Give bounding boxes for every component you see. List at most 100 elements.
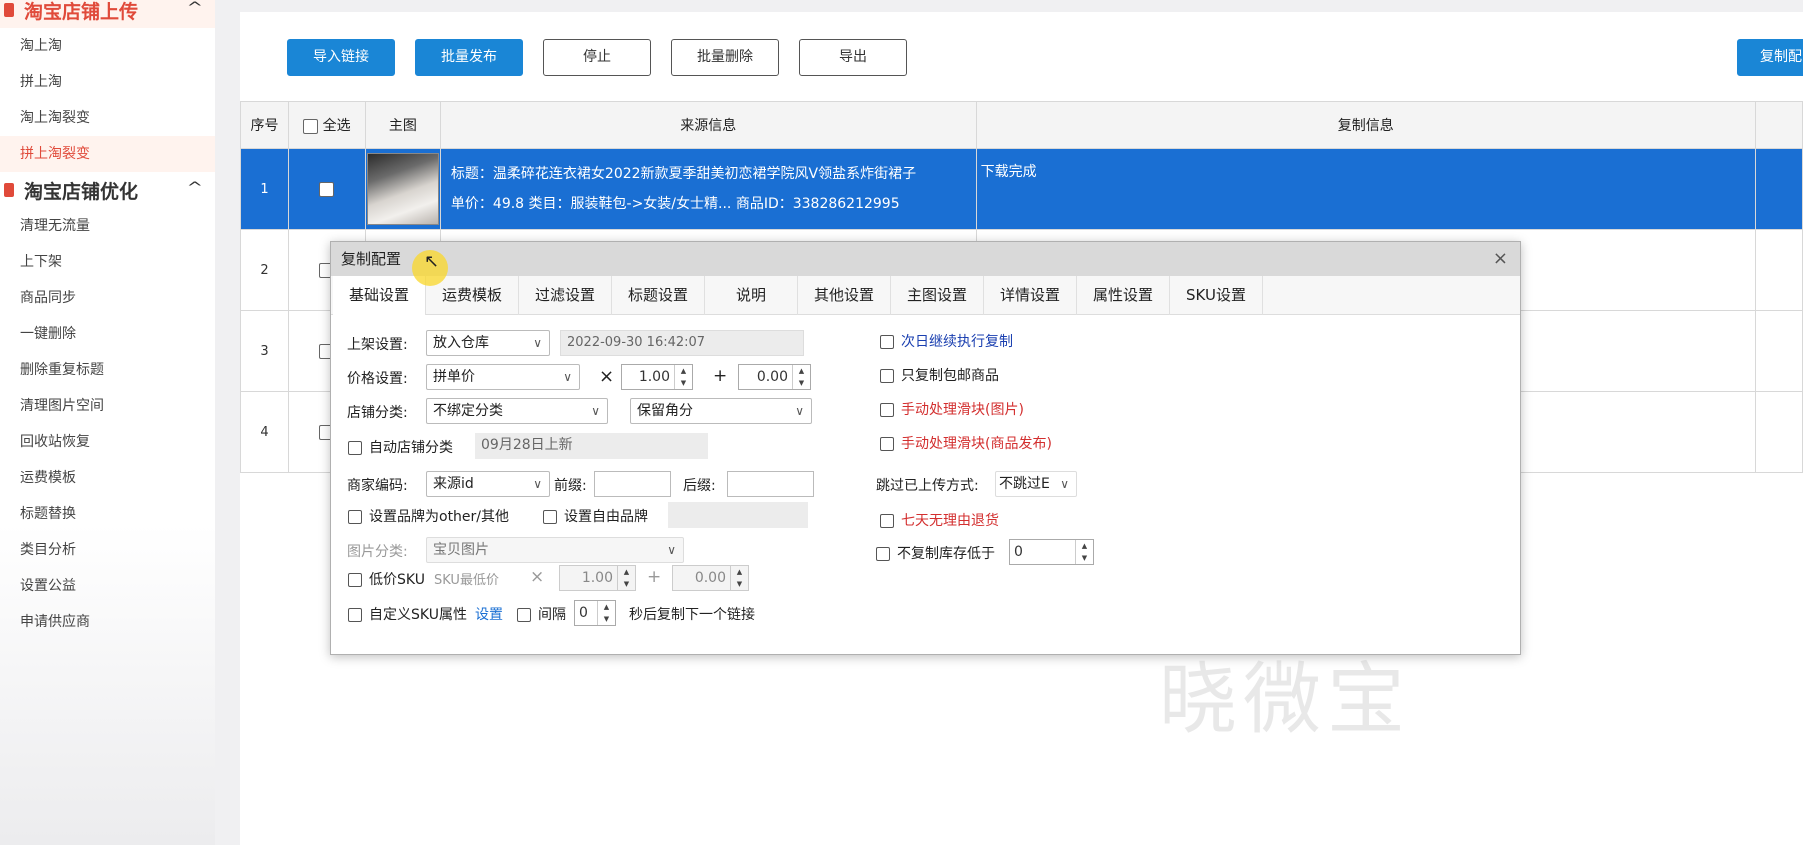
- merchant-code-label: 商家编码:: [347, 478, 408, 494]
- free-brand-label: 设置自由品牌: [564, 509, 648, 525]
- row-index: 4: [240, 391, 289, 473]
- sidebar-item[interactable]: 清理无流量: [0, 208, 215, 244]
- sidebar-item[interactable]: 商品同步: [0, 280, 215, 316]
- tab-attributes[interactable]: 属性设置: [1077, 276, 1170, 315]
- manual-slider-publish-checkbox[interactable]: [880, 437, 894, 451]
- sidebar-item[interactable]: 回收站恢复: [0, 424, 215, 460]
- min-stock-stepper[interactable]: 0 ▲ ▼: [1009, 539, 1094, 565]
- plus-sign: +: [713, 366, 728, 386]
- sidebar-item[interactable]: 上下架: [0, 244, 215, 280]
- skip-uploaded-value: 不跳过E: [999, 476, 1050, 492]
- stepper-arrows-icon: ▲ ▼: [730, 566, 748, 590]
- stepper-arrows-icon[interactable]: ▲ ▼: [792, 365, 810, 389]
- cursor-icon: ↖: [424, 251, 440, 272]
- select-all-checkbox[interactable]: [303, 118, 319, 134]
- tab-sku[interactable]: SKU设置: [1170, 276, 1263, 315]
- import-link-button[interactable]: 导入链接: [287, 39, 395, 76]
- tab-description[interactable]: 说明: [705, 276, 798, 315]
- skip-uploaded-select[interactable]: 不跳过E ∨: [995, 471, 1077, 497]
- sidebar-item-tao-shang-tao-fission[interactable]: 淘上淘裂变: [0, 100, 215, 136]
- row-extra-cell: [1755, 229, 1803, 311]
- sidebar-item[interactable]: 类目分析: [0, 532, 215, 568]
- suffix-input[interactable]: [727, 471, 814, 497]
- merchant-code-select[interactable]: 来源id ∨: [426, 471, 550, 497]
- sku-addend-value: 0.00: [694, 570, 726, 586]
- close-icon[interactable]: ×: [1493, 242, 1508, 276]
- sidebar-item[interactable]: 设置公益: [0, 568, 215, 604]
- prefix-label: 前缀:: [554, 478, 587, 494]
- row-checkbox[interactable]: [319, 181, 335, 197]
- low-sku-checkbox[interactable]: [348, 573, 362, 587]
- tab-basic[interactable]: 基础设置: [333, 276, 426, 315]
- seven-day-return-checkbox[interactable]: [880, 514, 894, 528]
- custom-sku-settings-link[interactable]: 设置: [475, 604, 503, 624]
- stop-button[interactable]: 停止: [543, 39, 651, 76]
- sidebar-item-pin-shang-tao[interactable]: 拼上淘: [0, 64, 215, 100]
- interval-stepper[interactable]: 0 ▲ ▼: [574, 600, 616, 626]
- column-header-copy-info: 复制信息: [975, 101, 1757, 149]
- row-checkbox-cell[interactable]: [287, 148, 366, 230]
- brand-other-checkbox[interactable]: [348, 510, 362, 524]
- stepper-arrows-icon[interactable]: ▲ ▼: [674, 365, 692, 389]
- chevron-down-icon: ∨: [533, 477, 542, 491]
- low-sku-label: 低价SKU: [369, 572, 425, 588]
- sidebar-item[interactable]: 一键删除: [0, 316, 215, 352]
- custom-sku-checkbox[interactable]: [348, 608, 362, 622]
- multiply-sign: ×: [530, 567, 545, 587]
- manual-slider-publish-label: 手动处理滑块(商品发布): [901, 436, 1052, 452]
- min-stock-checkbox[interactable]: [876, 547, 890, 561]
- min-stock-value: 0: [1014, 544, 1023, 560]
- product-title: 标题：温柔碎花连衣裙女2022新款夏季甜美初恋裙学院风V领盐系炸街裙子: [450, 166, 917, 182]
- auto-category-checkbox[interactable]: [348, 441, 362, 455]
- copy-config-button[interactable]: 复制配: [1737, 39, 1803, 76]
- chevron-down-icon: ∨: [1060, 477, 1069, 491]
- table-row[interactable]: 1 标题：温柔碎花连衣裙女2022新款夏季甜美初恋裙学院风V领盐系炸街裙子 单价…: [240, 148, 1803, 230]
- store-category-label: 店铺分类:: [347, 405, 408, 421]
- export-button[interactable]: 导出: [799, 39, 907, 76]
- min-stock-label: 不复制库存低于: [897, 546, 995, 562]
- sidebar-item[interactable]: 标题替换: [0, 496, 215, 532]
- suffix-label: 后缀:: [683, 478, 716, 494]
- manual-slider-image-checkbox[interactable]: [880, 403, 894, 417]
- tab-main-image[interactable]: 主图设置: [891, 276, 984, 315]
- chevron-up-icon[interactable]: ^: [187, 180, 203, 196]
- tab-details[interactable]: 详情设置: [984, 276, 1077, 315]
- plus-sign: +: [647, 567, 662, 587]
- tab-filter[interactable]: 过滤设置: [519, 276, 612, 315]
- column-header-select-all[interactable]: 全选: [287, 101, 366, 149]
- tab-title[interactable]: 标题设置: [612, 276, 705, 315]
- price-type-select[interactable]: 拼单价 ∨: [426, 364, 580, 390]
- interval-checkbox[interactable]: [517, 608, 531, 622]
- sidebar-group-taobao-optimize[interactable]: 淘宝店铺优化 ^: [0, 172, 215, 208]
- price-addend-stepper[interactable]: 0.00 ▲ ▼: [738, 364, 811, 390]
- price-multiplier-stepper[interactable]: 1.00 ▲ ▼: [621, 364, 693, 390]
- chevron-up-icon[interactable]: ^: [187, 0, 203, 16]
- stepper-arrows-icon[interactable]: ▲ ▼: [597, 601, 615, 625]
- sidebar-item[interactable]: 申请供应商: [0, 604, 215, 640]
- sidebar-item[interactable]: 删除重复标题: [0, 352, 215, 388]
- batch-publish-button[interactable]: 批量发布: [415, 39, 523, 76]
- sidebar-item[interactable]: 清理图片空间: [0, 388, 215, 424]
- sidebar-item-tao-shang-tao[interactable]: 淘上淘: [0, 28, 215, 64]
- only-free-shipping-checkbox[interactable]: [880, 369, 894, 383]
- sidebar-item-pin-shang-tao-fission[interactable]: 拼上淘裂变: [0, 136, 215, 172]
- copy-config-dialog: 复制配置 × 基础设置 运费模板 过滤设置 标题设置 说明 其他设置 主图设置 …: [330, 241, 1521, 745]
- watermark: 晓微宝: [1159, 655, 1412, 745]
- prefix-input[interactable]: [594, 471, 671, 497]
- batch-delete-button[interactable]: 批量删除: [671, 39, 779, 76]
- sidebar-item[interactable]: 运费模板: [0, 460, 215, 496]
- stepper-arrows-icon[interactable]: ▲ ▼: [1075, 540, 1093, 564]
- rounding-select[interactable]: 保留角分 ∨: [630, 398, 812, 424]
- listing-select[interactable]: 放入仓库 ∨: [426, 330, 550, 356]
- listing-label: 上架设置:: [347, 337, 408, 353]
- dialog-titlebar[interactable]: 复制配置 ×: [331, 242, 1520, 276]
- row-extra-cell: [1755, 148, 1803, 230]
- continue-next-day-checkbox[interactable]: [880, 335, 894, 349]
- seven-day-return-label: 七天无理由退货: [901, 513, 999, 529]
- free-brand-checkbox[interactable]: [543, 510, 557, 524]
- listing-select-value: 放入仓库: [433, 335, 489, 351]
- sidebar-group-taobao-upload[interactable]: 淘宝店铺上传 ^: [0, 0, 215, 28]
- store-category-select[interactable]: 不绑定分类 ∨: [426, 398, 608, 424]
- tab-other[interactable]: 其他设置: [798, 276, 891, 315]
- table-header: 序号 全选 主图 来源信息 复制信息: [240, 101, 1803, 149]
